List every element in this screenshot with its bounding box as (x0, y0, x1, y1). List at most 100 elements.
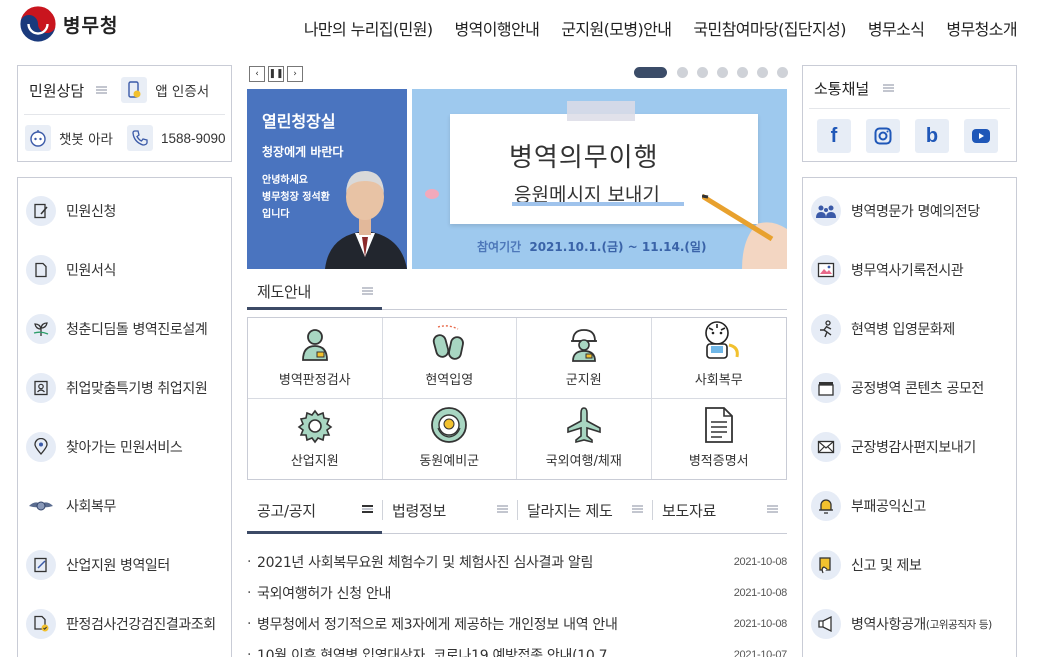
slider-pause-button[interactable]: ❚❚ (268, 66, 284, 82)
menu-enlistment-festival[interactable]: 현역병 입영문화제 (811, 307, 1012, 351)
slider-next-button[interactable]: › (287, 66, 303, 82)
blog-link[interactable]: b (915, 119, 949, 153)
menu-civil-apply[interactable]: 민원신청 (26, 189, 227, 233)
slider-dot-3[interactable] (697, 67, 708, 78)
menu-corruption-report[interactable]: 부패공익신고 (811, 484, 1012, 528)
menu-disclosure[interactable]: 병역사항공개 (고위공직자 등) (811, 602, 1012, 646)
slider-dot-4[interactable] (717, 67, 728, 78)
nav-service-guide[interactable]: 병역이행안내 (455, 16, 540, 40)
open-commissioner-banner[interactable]: 열린청장실 청장에게 바란다 안녕하세요 병무청장 정석환 입니다 (247, 89, 407, 269)
menu-hall-of-fame[interactable]: 병역명문가 명예의전당 (811, 189, 1012, 233)
phone-button[interactable]: 1588-9090 (126, 125, 226, 151)
menu-icon[interactable] (632, 505, 643, 513)
grid-item-physical-exam[interactable]: 병역판정검사 (248, 318, 383, 399)
chatbot-button[interactable]: 챗봇 아라 (25, 125, 113, 151)
youtube-link[interactable] (964, 119, 998, 153)
slider-prev-button[interactable]: ‹ (249, 66, 265, 82)
main-nav: 나만의 누리집(민원) 병역이행안내 군지원(모병)안내 국민참여마당(집단지성… (304, 16, 1018, 40)
notice-row[interactable]: · 국외여행허가 신청 안내 2021-10-08 (247, 583, 787, 603)
notice-date: 2021-10-08 (733, 556, 788, 568)
bullet: · (247, 616, 252, 632)
slider-dot-6[interactable] (757, 67, 768, 78)
app-auth-button[interactable]: 앱 인증서 (121, 77, 209, 103)
envelope-icon (811, 432, 841, 462)
notice-row[interactable]: · 10월 이후 현역병 입영대상자, 코로나19 예방접종 안내(10.7.…… (247, 645, 787, 657)
grid-label: 사회복무 (694, 372, 743, 388)
menu-icon[interactable] (883, 84, 894, 92)
commissioner-photo (325, 171, 407, 269)
menu-thank-you-letter[interactable]: 군장병감사편지보내기 (811, 425, 1012, 469)
slider-dot-7[interactable] (777, 67, 788, 78)
slider-dot-2[interactable] (677, 67, 688, 78)
menu-social-service[interactable]: 사회복무 (26, 484, 227, 528)
campaign-banner[interactable]: 병역의무이행 응원메시지 보내기 참여기간 2021.10.1.(금) ~ 11… (412, 89, 787, 269)
menu-contents-contest[interactable]: 공정병역 콘텐츠 공모전 (811, 366, 1012, 410)
document-icon (704, 407, 733, 443)
nav-about[interactable]: 병무청소개 (946, 16, 1017, 40)
menu-label: 병무역사기록전시관 (851, 263, 964, 279)
divider (809, 108, 1010, 109)
tab-notices[interactable]: 공고/공지 (257, 500, 316, 521)
menu-icon[interactable] (96, 86, 108, 94)
id-card-icon (26, 373, 56, 403)
grid-label: 병적증명서 (688, 454, 749, 469)
facebook-icon: f (830, 124, 838, 147)
doc-icon (26, 255, 56, 285)
grid-item-overseas-travel[interactable]: 국외여행/체재 (517, 398, 652, 479)
menu-icon[interactable] (767, 505, 778, 513)
nav-news[interactable]: 병무소식 (868, 16, 925, 40)
menu-label: 사회복무 (66, 499, 116, 515)
menu-employment[interactable]: 취업맞춤특기병 취업지원 (26, 366, 227, 410)
menu-icon[interactable] (362, 505, 373, 513)
nav-my-page[interactable]: 나만의 누리집(민원) (304, 16, 433, 40)
bullet: · (247, 585, 252, 601)
sprout-icon (26, 314, 56, 344)
grid-item-social-service[interactable]: 사회복무 (651, 318, 786, 399)
tab-active-indicator (247, 531, 382, 534)
logo-text: 병무청 (63, 14, 119, 37)
menu-icon[interactable] (497, 505, 508, 513)
notice-date: 2021-10-08 (733, 618, 788, 630)
phone-icon (126, 125, 153, 151)
menu-visiting-service[interactable]: 찾아가는 민원서비스 (26, 425, 227, 469)
grid-item-reserve-forces[interactable]: 동원예비군 (383, 398, 517, 479)
menu-label: 민원신청 (66, 204, 116, 220)
menu-civil-forms[interactable]: 민원서식 (26, 248, 227, 292)
facebook-link[interactable]: f (817, 119, 851, 153)
grid-label: 병역판정검사 (278, 372, 351, 388)
taegeuk-logo-icon (19, 5, 57, 43)
note-pen-icon (26, 550, 56, 580)
tab-changing-systems[interactable]: 달라지는 제도 (527, 500, 613, 521)
menu-industry-jobs[interactable]: 산업지원 병역일터 (26, 543, 227, 587)
menu-youth-career[interactable]: 청춘디딤돌 병역진로설계 (26, 307, 227, 351)
tab-press-releases[interactable]: 보도자료 (662, 500, 716, 521)
menu-label: 병역사항공개 (851, 617, 926, 633)
notice-date: 2021-10-08 (733, 587, 788, 599)
tab-laws[interactable]: 법령정보 (392, 500, 446, 521)
grid-item-military-application[interactable]: 군지원 (517, 318, 652, 399)
instagram-link[interactable] (866, 119, 900, 153)
nav-participation[interactable]: 국민참여마당(집단지성) (693, 16, 846, 40)
banner-left-line3: 병무청장 정석환 (262, 192, 330, 203)
tab-system-guide[interactable]: 제도안내 (257, 281, 311, 302)
grid-item-industry-support[interactable]: 산업지원 (248, 398, 383, 479)
site-logo[interactable]: 병무청 (19, 5, 118, 43)
slider-dot-5[interactable] (737, 67, 748, 78)
grid-item-active-duty[interactable]: 현역입영 (382, 318, 517, 399)
grid-item-service-certificate[interactable]: 병적증명서 (652, 399, 787, 480)
hand-doc-icon (811, 550, 841, 580)
slider-dot-1[interactable] (634, 67, 667, 78)
divider (24, 113, 225, 115)
menu-report-tip[interactable]: 신고 및 제보 (811, 543, 1012, 587)
notice-row[interactable]: · 2021년 사회복무요원 체험수기 및 체험사진 심사결과 알림 2021-… (247, 552, 787, 572)
notice-row[interactable]: · 병무청에서 정기적으로 제3자에게 제공하는 개인정보 내역 안내 2021… (247, 614, 787, 634)
instagram-icon (874, 127, 892, 145)
runner-icon (811, 314, 841, 344)
tab-separator (382, 500, 383, 520)
menu-label: 판정검사건강검진결과조회 (66, 617, 216, 633)
menu-history-hall[interactable]: 병무역사기록전시관 (811, 248, 1012, 292)
nav-military-application[interactable]: 군지원(모병)안내 (561, 16, 672, 40)
menu-icon[interactable] (362, 287, 373, 295)
menu-health-result[interactable]: 판정검사건강검진결과조회 (26, 602, 227, 646)
dog-tags-icon (433, 324, 465, 360)
